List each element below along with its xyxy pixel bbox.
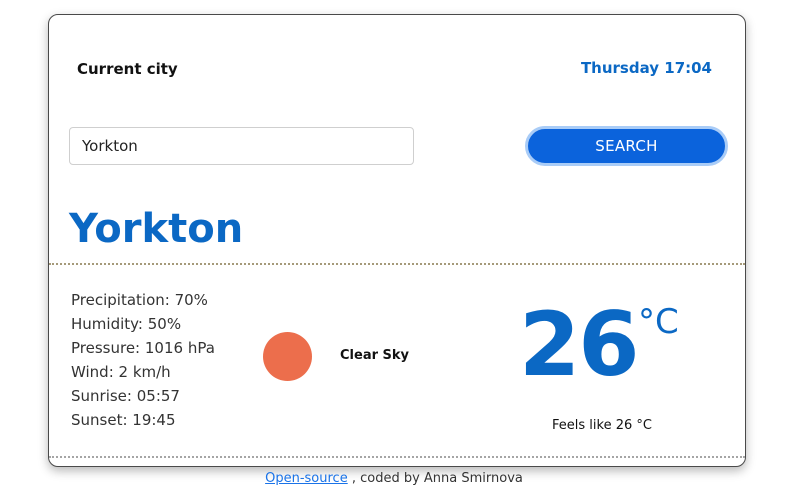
- divider: [49, 456, 745, 458]
- pressure-detail: Pressure: 1016 hPa: [71, 339, 215, 357]
- footer-credit: , coded by Anna Smirnova: [347, 471, 523, 486]
- city-name-heading: Yorkton: [69, 206, 244, 252]
- weather-details-list: Precipitation: 70% Humidity: 50% Pressur…: [71, 288, 215, 432]
- divider: [49, 263, 745, 265]
- open-source-link[interactable]: Open-source: [265, 471, 348, 486]
- weather-description: Clear Sky: [340, 348, 410, 363]
- temperature-unit: °C: [638, 302, 679, 342]
- weather-app-card: Current city Thursday 17:04 SEARCH Yorkt…: [48, 14, 746, 467]
- humidity-detail: Humidity: 50%: [71, 315, 182, 333]
- precipitation-detail: Precipitation: 70%: [71, 291, 208, 309]
- current-city-label: Current city: [77, 60, 178, 78]
- sunrise-detail: Sunrise: 05:57: [71, 387, 180, 405]
- date-time: Thursday 17:04: [580, 59, 712, 77]
- temperature-value: 26: [519, 293, 639, 396]
- wind-detail: Wind: 2 km/h: [71, 363, 171, 381]
- footer: Open-source , coded by Anna Smirnova: [0, 471, 788, 486]
- sunset-detail: Sunset: 19:45: [71, 411, 176, 429]
- city-search-input[interactable]: [69, 127, 414, 165]
- search-button[interactable]: SEARCH: [525, 126, 728, 166]
- feels-like-text: Feels like 26 °C: [552, 418, 652, 433]
- sun-icon: [263, 332, 312, 381]
